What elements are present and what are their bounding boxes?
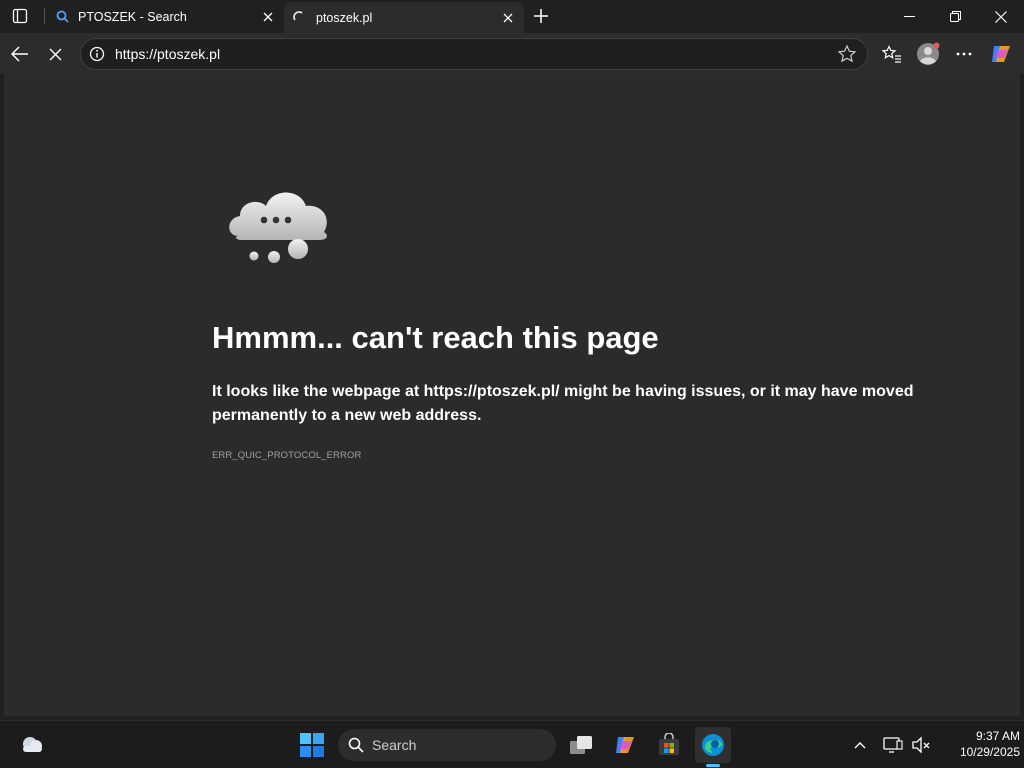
desc-prefix: It looks like the webpage at: [212, 383, 424, 400]
favorites-button[interactable]: [877, 39, 907, 69]
add-favorite-star-icon[interactable]: [837, 44, 857, 64]
clock-time: 9:37 AM: [975, 729, 1020, 743]
tab-separator: [44, 8, 45, 24]
close-tab-icon[interactable]: [258, 7, 278, 27]
search-label: Search: [372, 737, 417, 753]
close-window-button[interactable]: [978, 0, 1024, 33]
close-tab-icon[interactable]: [498, 8, 518, 28]
windows-logo-icon: [300, 733, 324, 757]
error-heading: Hmmm... can't reach this page: [212, 320, 659, 355]
plus-icon: [534, 9, 548, 23]
desc-url: https://ptoszek.pl/: [423, 383, 560, 400]
profile-button[interactable]: [913, 39, 943, 69]
profile-avatar-icon: [917, 42, 940, 65]
more-dots-icon: [956, 52, 972, 56]
new-tab-button[interactable]: [530, 5, 552, 27]
tab-strip: PTOSZEK - Search ptoszek.pl: [0, 0, 1024, 33]
error-description: It looks like the webpage at https://pto…: [212, 380, 932, 428]
search-icon: [54, 9, 70, 25]
search-icon: [348, 737, 364, 753]
tab-actions-button[interactable]: [8, 5, 32, 27]
back-arrow-icon: [11, 46, 28, 62]
store-bag-icon: [659, 733, 679, 755]
volume-muted-icon: [912, 736, 930, 754]
task-view-button[interactable]: [563, 727, 599, 763]
volume-button[interactable]: [906, 727, 936, 763]
browser-toolbar: https://ptoszek.pl: [0, 33, 1024, 74]
close-icon: [995, 10, 1007, 23]
microsoft-store-button[interactable]: [651, 727, 687, 763]
tab-ptoszek[interactable]: ptoszek.pl: [284, 2, 524, 33]
edge-browser-icon: [702, 734, 724, 756]
stop-loading-button[interactable]: [40, 39, 70, 69]
error-code: ERR_QUIC_PROTOCOL_ERROR: [212, 450, 362, 461]
favorites-icon: [882, 45, 901, 63]
minimize-icon: [903, 16, 915, 17]
stop-icon: [49, 48, 61, 60]
task-view-icon: [570, 736, 592, 754]
info-icon[interactable]: [89, 46, 105, 62]
show-hidden-icons-button[interactable]: [844, 727, 876, 763]
edge-taskbar-button[interactable]: [695, 727, 731, 763]
loading-spinner-icon: [292, 10, 308, 26]
copilot-icon: [616, 737, 634, 753]
tab-title: PTOSZEK - Search: [78, 9, 187, 24]
restore-button[interactable]: [932, 0, 978, 33]
start-button[interactable]: [294, 727, 330, 763]
copilot-taskbar-button[interactable]: [607, 727, 643, 763]
settings-more-button[interactable]: [949, 39, 979, 69]
chevron-up-icon: [854, 742, 866, 749]
address-bar[interactable]: https://ptoszek.pl: [80, 38, 868, 70]
tab-title: ptoszek.pl: [316, 10, 373, 25]
copilot-icon: [992, 46, 1010, 62]
network-display-icon: [883, 737, 903, 753]
minimize-button[interactable]: [886, 0, 932, 33]
windows-taskbar: Search 9:37 AM 10/29/2025: [0, 720, 1024, 768]
cloud-icon: [229, 192, 327, 263]
weather-widget-button[interactable]: [14, 727, 50, 763]
copilot-button[interactable]: [986, 39, 1016, 69]
network-button[interactable]: [878, 727, 908, 763]
tab-search[interactable]: PTOSZEK - Search: [46, 0, 284, 33]
weather-cloud-icon: [23, 737, 42, 752]
tab-actions-icon: [12, 8, 28, 24]
system-clock[interactable]: 9:37 AM 10/29/2025: [936, 728, 1020, 760]
clock-date: 10/29/2025: [959, 745, 1020, 759]
back-button[interactable]: [5, 39, 35, 69]
error-page: Hmmm... can't reach this page It looks l…: [4, 74, 1020, 716]
active-app-indicator: [706, 764, 720, 767]
taskbar-search-box[interactable]: Search: [338, 729, 556, 761]
restore-icon: [949, 11, 961, 22]
address-url[interactable]: https://ptoszek.pl: [115, 46, 837, 62]
